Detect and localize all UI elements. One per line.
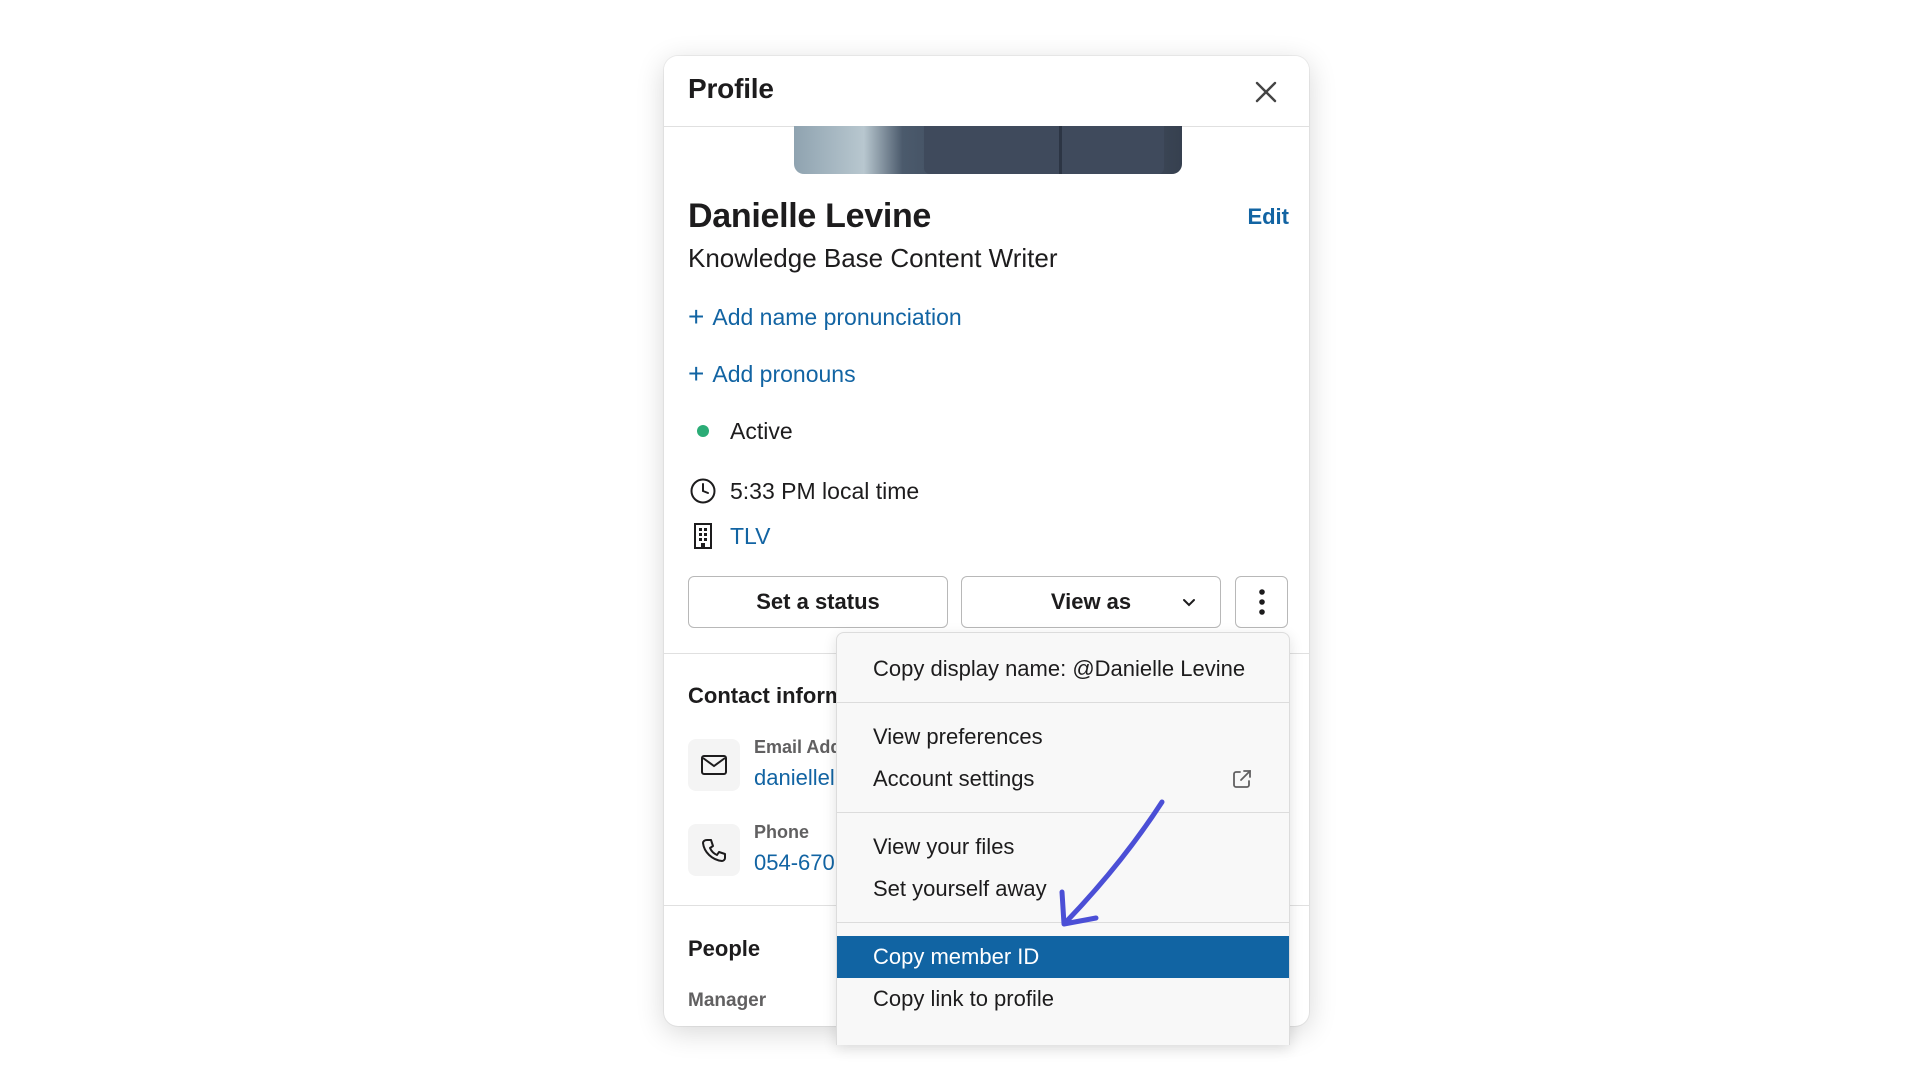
add-name-pronunciation-label: Add name pronunciation: [712, 303, 962, 330]
contact-section-title: Contact inform: [688, 683, 845, 708]
add-pronouns-label: Add pronouns: [712, 360, 856, 387]
view-as-label: View as: [1050, 589, 1132, 614]
profile-name: Danielle Levine: [688, 197, 932, 235]
add-pronouns-link[interactable]: + Add pronouns: [688, 360, 856, 388]
status-row: Active: [688, 416, 793, 446]
local-time-row: 5:33 PM local time: [688, 476, 919, 506]
view-as-button[interactable]: View as: [961, 576, 1221, 628]
set-status-label: Set a status: [756, 589, 880, 614]
manager-label: Manager: [688, 990, 767, 1011]
envelope-icon: [701, 755, 727, 775]
photo-shirt: [924, 126, 1164, 174]
status-text: Active: [730, 417, 793, 444]
profile-photo[interactable]: [794, 126, 1182, 174]
location-link[interactable]: TLV: [730, 523, 770, 550]
location-row: TLV: [688, 521, 770, 551]
plus-icon: +: [688, 301, 705, 332]
phone-icon: [702, 839, 726, 862]
more-actions-button[interactable]: [1235, 576, 1288, 628]
page-title: Profile: [688, 73, 774, 104]
menu-item-account-settings[interactable]: Account settings: [837, 758, 1289, 800]
email-label: Email Add: [754, 737, 842, 757]
annotation-arrow: [1059, 799, 1165, 927]
set-status-button[interactable]: Set a status: [688, 576, 948, 628]
chevron-down-icon: [1183, 599, 1195, 607]
phone-label: Phone: [754, 822, 810, 842]
job-title: Knowledge Base Content Writer: [688, 243, 1058, 273]
people-section-title: People: [688, 936, 761, 961]
close-icon: [1255, 81, 1277, 103]
add-name-pronunciation-link[interactable]: + Add name pronunciation: [688, 303, 962, 331]
edit-link[interactable]: Edit: [1247, 204, 1289, 230]
menu-item-copy-link-to-profile[interactable]: Copy link to profile: [837, 978, 1289, 1020]
local-time-text: 5:33 PM local time: [730, 477, 920, 504]
status-dot-icon: [688, 416, 718, 446]
photo-zip: [1059, 126, 1062, 174]
more-vertical-icon: [1258, 589, 1265, 615]
clock-icon: [688, 476, 718, 506]
phone-value[interactable]: 054-670: [754, 850, 835, 876]
profile-header: Profile: [664, 56, 1309, 127]
menu-item-view-preferences[interactable]: View preferences: [837, 716, 1289, 758]
menu-separator: [837, 702, 1289, 703]
account-settings-label: Account settings: [873, 766, 1035, 791]
external-link-icon: [1233, 770, 1251, 788]
email-icon-box: [688, 739, 740, 791]
close-button[interactable]: [1249, 75, 1283, 109]
email-value[interactable]: daniellel: [754, 765, 835, 791]
menu-item-copy-display-name[interactable]: Copy display name: @Danielle Levine: [837, 648, 1289, 690]
plus-icon: +: [688, 358, 705, 389]
building-icon: [688, 521, 718, 551]
menu-item-copy-member-id[interactable]: Copy member ID: [837, 936, 1289, 978]
phone-icon-box: [688, 824, 740, 876]
